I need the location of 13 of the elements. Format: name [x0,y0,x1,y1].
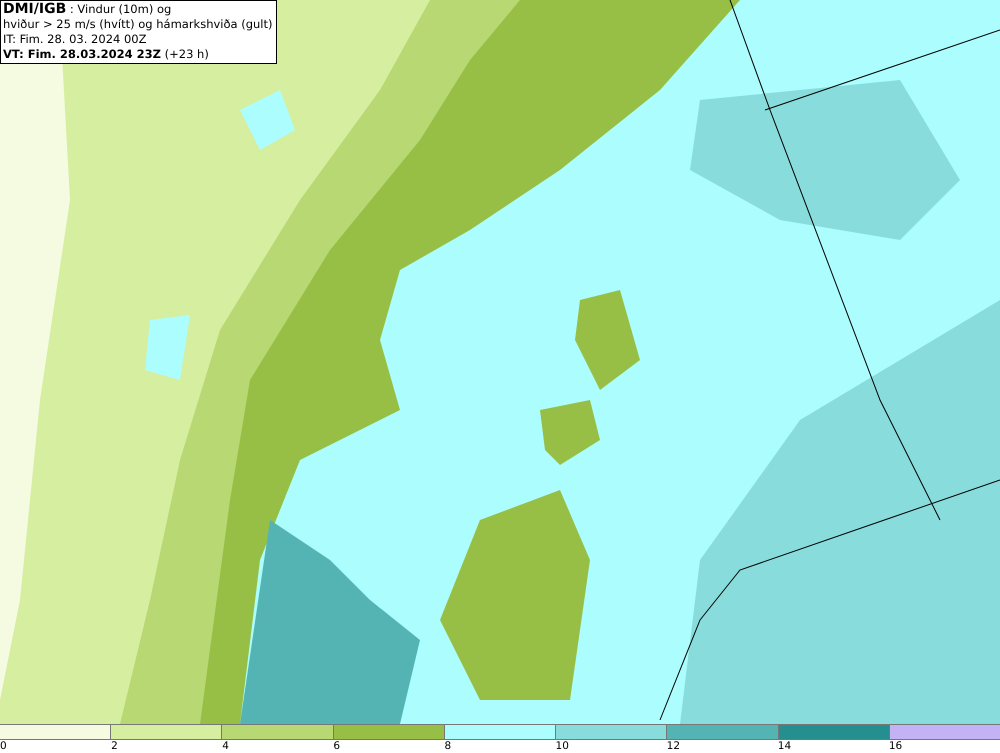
legend-label: 14 [778,740,792,752]
legend-label: 4 [222,740,229,752]
legend-label: 10 [556,740,569,752]
header-text: IT: Fim. 28. 03. 2024 00Z [3,32,148,47]
legend-label: 0 [0,740,7,752]
legend-label: 2 [111,740,118,752]
header-text: VT: Fim. 28.03.2024 23Z (+23 h) [3,47,210,62]
legend-label: 8 [444,740,452,752]
legend-label: 16 [888,740,902,752]
legend-label: 6 [333,740,340,752]
header-text: hviður > 25 m/s (hvítt) og hámarkshviða (gult) [3,17,272,32]
header-text: DMI/IGB : Vindur (10m) og [3,2,172,17]
legend-label: 12 [666,740,680,752]
